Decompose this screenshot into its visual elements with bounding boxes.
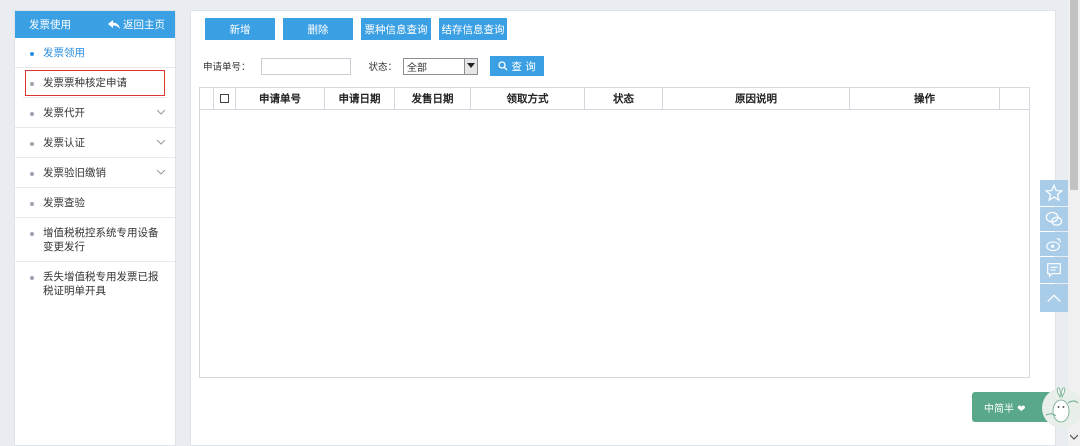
sidebar-item-invoice-inspection[interactable]: 发票查验 [15,188,175,218]
toolbar: 新增 删除 票种信息查询 结存信息查询 [205,18,507,40]
sidebar-item-device-change[interactable]: 增值税税控系统专用设备变更发行 [15,218,175,262]
main-panel: 新增 删除 票种信息查询 结存信息查询 申请单号： 状态： 全部 查 询 申请单… [190,10,1056,446]
sidebar-item-label: 丢失增值税专用发票已报税证明单开具 [43,271,159,297]
feedback-button[interactable] [1040,257,1068,283]
back-to-top-button[interactable] [1040,284,1068,312]
favorite-button[interactable] [1040,180,1068,206]
bullet-icon [30,52,34,56]
scroll-header-cell [1000,88,1029,109]
bullet-icon [30,82,34,86]
weibo-icon [1046,238,1061,252]
column-header[interactable]: 操作 [850,88,1000,109]
bullet-icon [30,232,34,236]
row-marker-column [200,88,214,109]
wechat-share-button[interactable] [1040,207,1068,231]
table-header: 申请单号 申请日期 发售日期 领取方式 状态 原因说明 操作 [200,88,1029,110]
select-arrow-icon [464,58,478,74]
column-header[interactable]: 申请单号 [236,88,325,109]
application-no-label: 申请单号： [203,62,251,73]
sidebar-item-label: 发票领用 [43,47,85,59]
chevron-down-icon [157,139,165,145]
chevron-down-icon [157,169,165,175]
sidebar: 发票使用 返回主页 发票领用 发票票种核定申请 发票代开 发票认证 发票验旧缴销… [14,10,176,446]
stock-info-query-button[interactable]: 结存信息查询 [439,18,507,40]
chevron-up-icon [1047,294,1061,303]
bullet-icon [30,276,34,280]
status-select[interactable]: 全部 [403,57,479,75]
sidebar-title: 发票使用 [29,19,71,31]
watermark-text: 中简半 ❤ [984,403,1026,415]
sidebar-header: 发票使用 返回主页 [15,11,175,38]
bullet-icon [30,202,34,206]
bullet-icon [30,112,34,116]
star-icon [1045,184,1063,202]
sidebar-item-label: 发票验旧缴销 [43,167,106,179]
select-all-cell [214,88,236,109]
bullet-icon [30,142,34,146]
page-scrollbar[interactable] [1068,0,1080,446]
weibo-share-button[interactable] [1040,232,1068,256]
select-all-checkbox[interactable] [220,94,229,103]
search-icon [498,61,508,71]
sidebar-item-label: 发票代开 [43,107,85,119]
sidebar-item-invoice-verify-cancel[interactable]: 发票验旧缴销 [15,158,175,188]
message-icon [1047,263,1061,278]
back-home-link[interactable]: 返回主页 [108,17,165,32]
status-label: 状态： [368,62,398,73]
sidebar-item-lost-invoice-certificate[interactable]: 丢失增值税专用发票已报税证明单开具 [15,262,175,308]
column-header[interactable]: 发售日期 [395,88,471,109]
application-table: 申请单号 申请日期 发售日期 领取方式 状态 原因说明 操作 [199,87,1030,378]
column-header[interactable]: 领取方式 [471,88,585,109]
chevron-down-icon [1070,434,1078,440]
filter-bar: 申请单号： 状态： 全部 查 询 [203,56,545,76]
column-header[interactable]: 状态 [585,88,663,109]
back-arrow-icon [108,19,120,29]
sidebar-item-invoice-certification[interactable]: 发票认证 [15,128,175,158]
delete-button[interactable]: 删除 [283,18,353,40]
scroll-down-arrow[interactable] [1068,430,1080,444]
sidebar-item-label: 发票票种核定申请 [43,77,127,89]
new-button[interactable]: 新增 [205,18,275,40]
bullet-icon [30,172,34,176]
sidebar-item-ticket-type-application[interactable]: 发票票种核定申请 [23,68,167,98]
search-button[interactable]: 查 询 [490,56,545,76]
column-header[interactable]: 原因说明 [663,88,850,109]
rabbit-logo-icon [1042,387,1080,428]
sidebar-item-label: 发票认证 [43,137,85,149]
column-header[interactable]: 申请日期 [325,88,395,109]
sidebar-item-invoice-receive[interactable]: 发票领用 [15,38,175,68]
sidebar-item-invoice-issue-on-behalf[interactable]: 发票代开 [15,98,175,128]
back-home-label: 返回主页 [123,19,165,31]
application-no-input[interactable] [260,57,351,75]
wechat-icon [1045,211,1063,226]
chevron-down-icon [157,109,165,115]
sidebar-item-label: 发票查验 [43,197,85,209]
status-select-value: 全部 [407,62,428,74]
scrollbar-thumb[interactable] [1070,0,1078,190]
search-button-label: 查 询 [511,60,536,73]
sidebar-item-label: 增值税税控系统专用设备变更发行 [43,227,159,253]
ticket-info-query-button[interactable]: 票种信息查询 [361,18,431,40]
